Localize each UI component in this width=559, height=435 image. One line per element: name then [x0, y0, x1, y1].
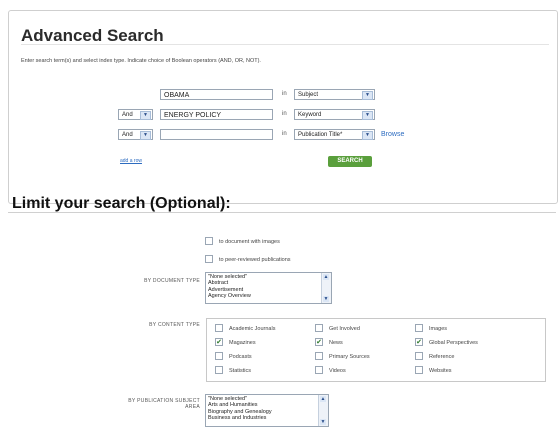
index-select-1[interactable]: Subject ▼ — [294, 89, 375, 100]
page-title: Advanced Search — [21, 26, 164, 45]
peer-reviewed-checkbox-label: to peer-reviewed publications — [219, 257, 291, 263]
limit-title: Limit your search (Optional): — [12, 195, 231, 212]
scroll-up-icon[interactable]: ▲ — [320, 396, 326, 402]
operator-select-3[interactable]: And ▼ — [118, 129, 153, 140]
content-type-checkbox[interactable]: ✔ — [215, 338, 223, 346]
content-type-label-item: News — [329, 340, 343, 346]
content-type-label-item: Academic Journals — [229, 326, 276, 332]
content-type-label-item: Global Perspectives — [429, 340, 478, 346]
content-type-checkbox[interactable]: ✔ — [215, 324, 223, 332]
doc-type-label: BY DOCUMENT TYPE — [144, 278, 200, 284]
scroll-down-icon[interactable]: ▼ — [320, 419, 326, 425]
divider — [21, 44, 549, 45]
content-type-label-item: Magazines — [229, 340, 256, 346]
chevron-down-icon: ▼ — [362, 91, 373, 100]
content-type-label-item: Statistics — [229, 368, 252, 374]
operator-select-2-value: And — [122, 112, 133, 118]
content-type-label-item: Podcasts — [229, 354, 252, 360]
check-icon: ✔ — [416, 339, 422, 346]
scroll-up-icon[interactable]: ▲ — [323, 274, 329, 280]
images-checkbox[interactable] — [205, 237, 213, 245]
check-icon: ✔ — [316, 339, 322, 346]
search-term-3-input[interactable] — [160, 129, 273, 140]
content-type-checkbox[interactable]: ✔ — [315, 352, 323, 360]
content-type-label-item: Reference — [429, 354, 455, 360]
content-type-checkbox[interactable]: ✔ — [315, 366, 323, 374]
scrollbar[interactable]: ▲ ▼ — [318, 395, 328, 426]
content-type-checkbox[interactable]: ✔ — [415, 324, 423, 332]
content-type-label-item: Videos — [329, 368, 346, 374]
content-type-checkbox[interactable]: ✔ — [415, 338, 423, 346]
in-label-3: in — [282, 131, 287, 137]
index-select-2[interactable]: Keyword ▼ — [294, 109, 375, 120]
peer-reviewed-checkbox[interactable] — [205, 255, 213, 263]
in-label-1: in — [282, 91, 287, 97]
list-item[interactable]: Agency Overview — [208, 293, 329, 299]
chevron-down-icon: ▼ — [140, 111, 151, 120]
index-select-2-value: Keyword — [298, 112, 322, 118]
chevron-down-icon: ▼ — [140, 131, 151, 140]
check-icon: ✔ — [216, 339, 222, 346]
doc-type-listbox[interactable]: "None selected" Abstract Advertisement A… — [205, 272, 332, 304]
list-item[interactable]: Business and Industries — [208, 415, 326, 421]
content-type-label: BY CONTENT TYPE — [149, 322, 200, 328]
search-term-2-input[interactable]: ENERGY POLICY — [160, 109, 273, 120]
content-type-label-item: Websites — [429, 368, 452, 374]
operator-select-3-value: And — [122, 132, 133, 138]
chevron-down-icon: ▼ — [362, 131, 373, 140]
content-type-checkbox[interactable]: ✔ — [315, 324, 323, 332]
operator-select-2[interactable]: And ▼ — [118, 109, 153, 120]
content-type-label-item: Primary Sources — [329, 354, 370, 360]
content-type-label-item: Images — [429, 326, 448, 332]
search-button[interactable]: SEARCH — [328, 156, 372, 167]
scroll-down-icon[interactable]: ▼ — [323, 296, 329, 302]
chevron-down-icon: ▼ — [362, 111, 373, 120]
content-type-checkbox[interactable]: ✔ — [215, 352, 223, 360]
scrollbar[interactable]: ▲ ▼ — [321, 273, 331, 303]
content-type-label-item: Get Involved — [329, 326, 360, 332]
subject-area-listbox[interactable]: "None selected" Arts and Humanities Biog… — [205, 394, 329, 427]
content-type-checkbox[interactable]: ✔ — [215, 366, 223, 374]
content-type-checkbox[interactable]: ✔ — [315, 338, 323, 346]
content-type-checkbox[interactable]: ✔ — [415, 352, 423, 360]
browse-link[interactable]: Browse — [381, 131, 404, 138]
content-type-checkbox[interactable]: ✔ — [415, 366, 423, 374]
index-select-3-value: Publication Title* — [298, 132, 343, 138]
add-row-link[interactable]: add a row — [120, 158, 142, 164]
subject-area-label-line-2: AREA — [185, 404, 200, 410]
subject-area-label: BY PUBLICATION SUBJECT AREA — [80, 398, 200, 410]
search-term-1-input[interactable]: OBAMA — [160, 89, 273, 100]
index-select-1-value: Subject — [298, 92, 319, 98]
index-select-3[interactable]: Publication Title* ▼ — [294, 129, 375, 140]
images-checkbox-label: to document with images — [219, 239, 280, 245]
in-label-2: in — [282, 111, 287, 117]
instructions-text: Enter search term(s) and select index ty… — [21, 58, 261, 64]
